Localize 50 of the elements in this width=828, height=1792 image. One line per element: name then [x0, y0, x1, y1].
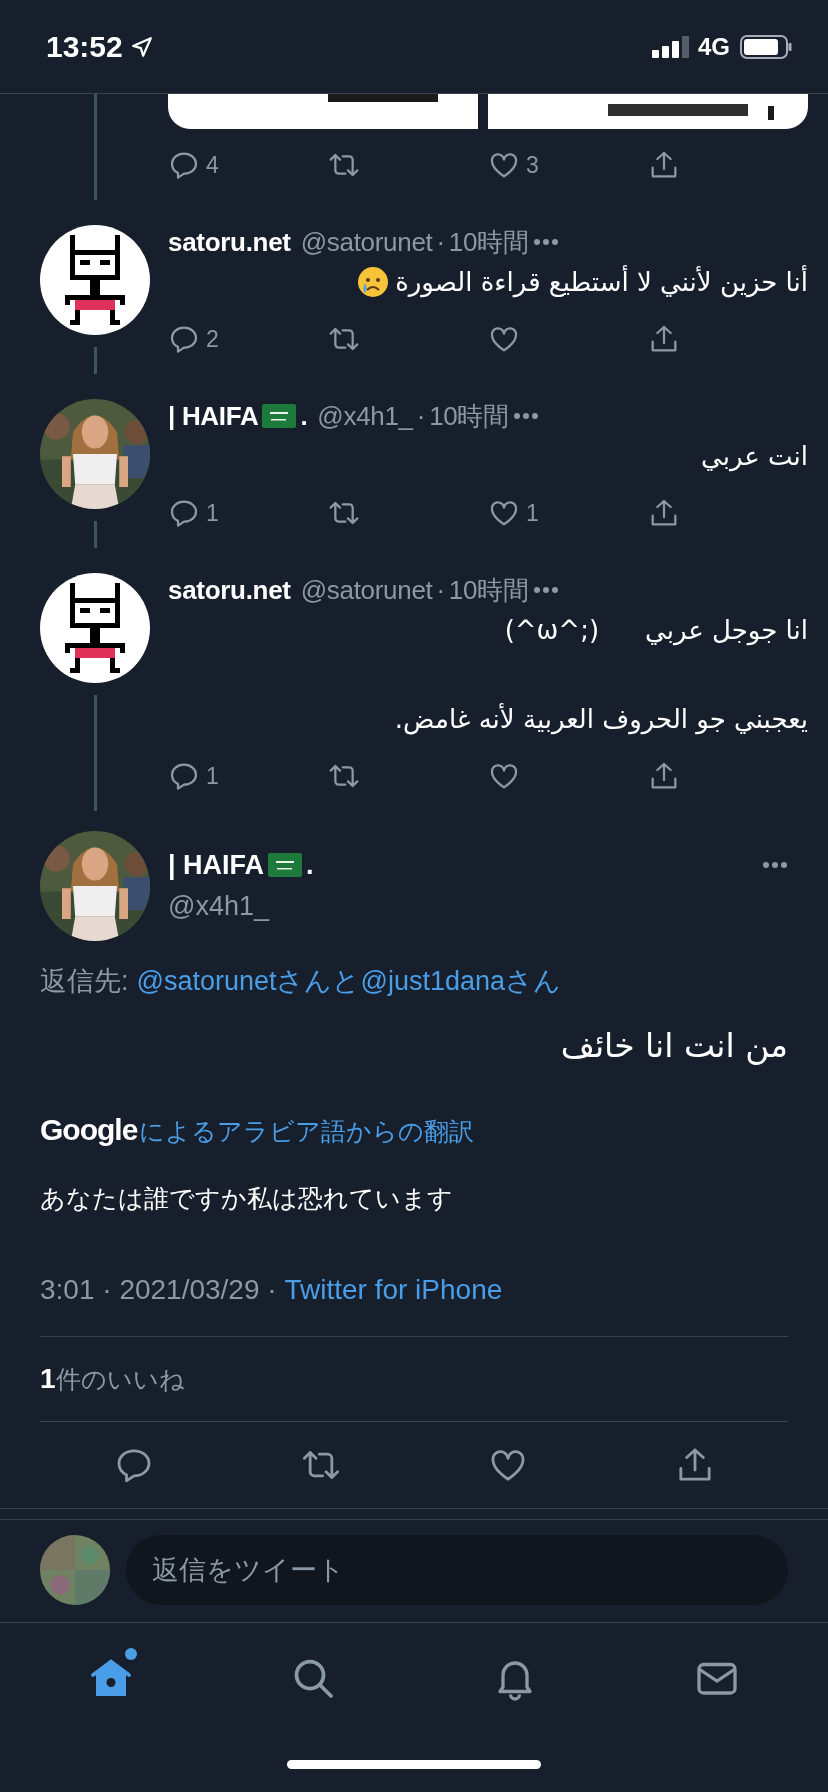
reply-to-label: 返信先: [40, 965, 129, 998]
action-count: 3 [526, 151, 539, 179]
translation-brand: Google [40, 1113, 138, 1147]
tweet-text: انا جوجل عربي [645, 614, 808, 648]
name-suffix: . [300, 400, 308, 432]
like-count: 1 [40, 1363, 56, 1395]
user-handle: @satorunet [300, 226, 433, 258]
more-icon[interactable] [762, 861, 788, 869]
robot-avatar[interactable] [40, 573, 150, 683]
more-icon[interactable] [532, 586, 559, 594]
user-handle: @x4h1_ [317, 400, 413, 432]
reply-field[interactable]: 返信をツイート [126, 1535, 788, 1605]
signal-icon [652, 35, 690, 58]
tweet-text: من انت انا خائف [559, 1025, 788, 1067]
user-handle: @x4h1_ [168, 890, 271, 923]
source-link[interactable]: Twitter for iPhone [284, 1270, 503, 1310]
likes-label[interactable]: 件のいいね [55, 1362, 185, 1396]
action-count: 1 [526, 499, 539, 527]
network-type: 4G [698, 32, 730, 61]
display-name: | HAIFA [168, 400, 259, 432]
more-icon[interactable] [512, 412, 539, 420]
action-count: 4 [206, 151, 219, 179]
display-name: | HAIFA [168, 849, 265, 881]
robot-avatar[interactable] [40, 225, 150, 335]
name-suffix: . [306, 849, 314, 881]
tweet-text: أنا حزين لأنني لا أستطيع قراءة الصورة [395, 264, 808, 300]
post-time: 10時間 [448, 225, 529, 259]
display-name: satoru.net [168, 574, 291, 606]
user-handle: @satorunet [300, 574, 433, 606]
mention-link[interactable]: @satorunetさんと@just1danaさん [136, 961, 561, 1001]
separator-dot: · [436, 226, 445, 258]
timestamp: 3:01 · 2021/03/29 · [40, 1273, 278, 1307]
more-icon[interactable] [532, 238, 559, 246]
crying-face-icon [357, 266, 390, 298]
battery-icon [740, 34, 792, 59]
clock-time: 13:52 [46, 29, 123, 64]
separator-dot: · [416, 400, 426, 432]
display-name: satoru.net [168, 226, 291, 258]
tweet-text: يعجبني جو الحروف العربية لأنه غامض. [394, 702, 808, 737]
location-arrow-icon [130, 35, 153, 58]
tweet-text: انت عربي [700, 440, 808, 474]
post-time: 10時間 [448, 573, 529, 607]
action-count: 1 [206, 762, 219, 790]
tweet-text: (^ω^;) [504, 614, 600, 647]
post-time: 10時間 [429, 399, 509, 433]
translated-text: あなたは誰ですか私は恐れています [40, 1183, 454, 1214]
translation-link[interactable]: によるアラビア語からの翻訳 [139, 1115, 475, 1148]
action-count: 2 [206, 325, 219, 353]
action-count: 1 [206, 499, 219, 527]
separator-dot: · [436, 574, 445, 606]
